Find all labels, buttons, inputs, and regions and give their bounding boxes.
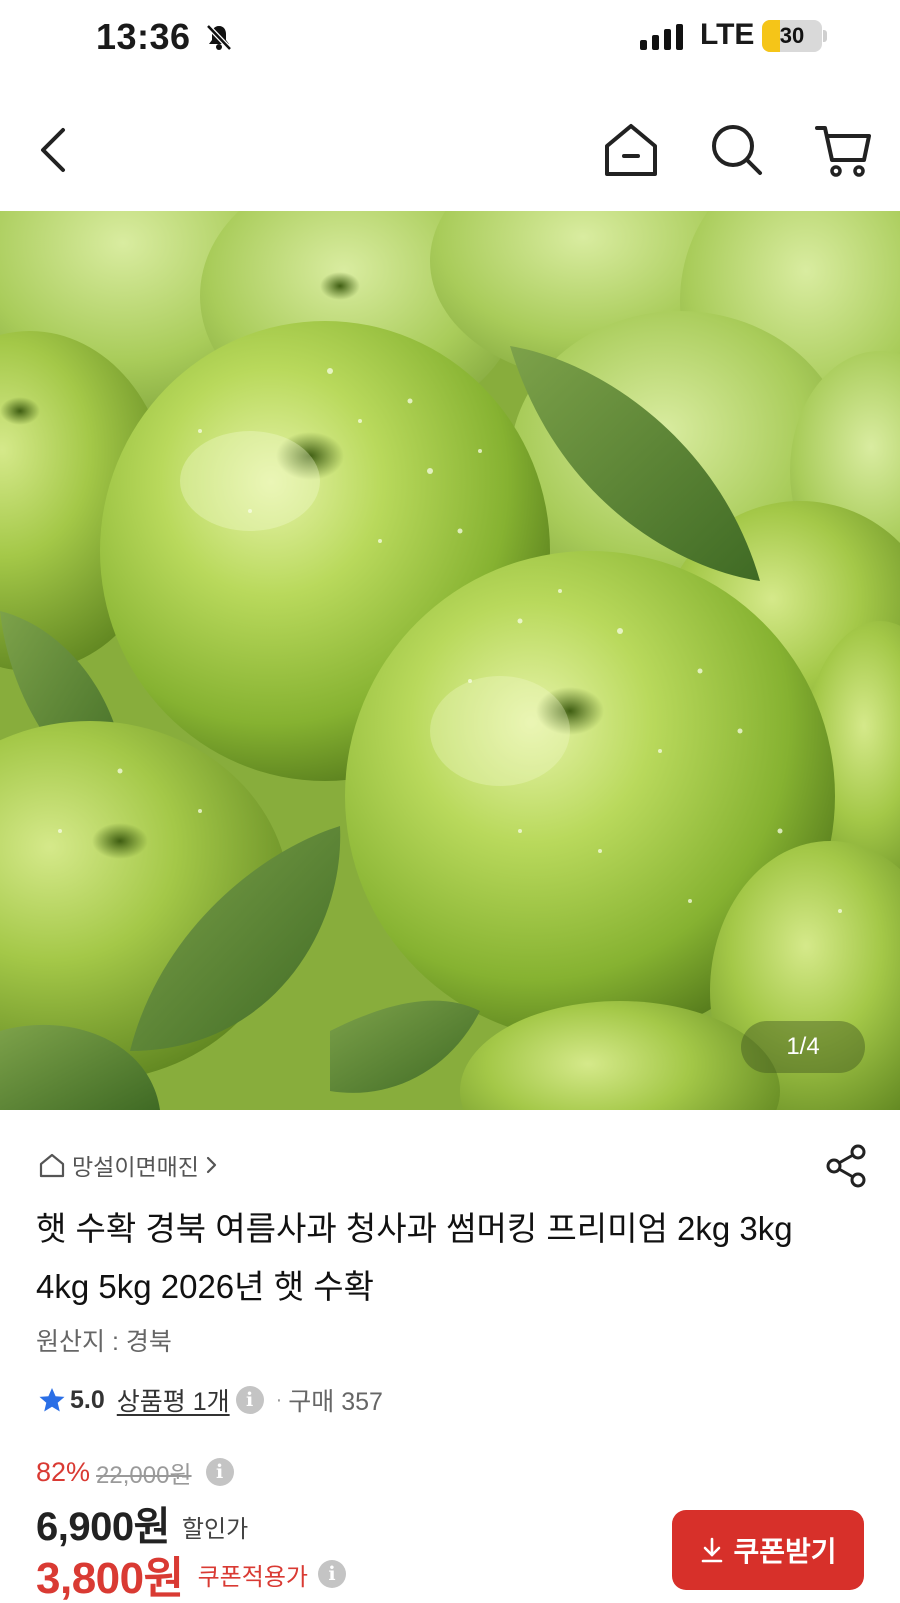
review-count-link[interactable]: 상품평 1개 xyxy=(117,1382,230,1418)
home-icon xyxy=(605,124,657,176)
network-type: LTE xyxy=(700,18,755,51)
get-coupon-button[interactable]: 쿠폰받기 xyxy=(672,1510,864,1590)
top-nav-bar xyxy=(0,110,900,206)
coupon-price: 3,800원 xyxy=(36,1554,184,1603)
product-image-gallery[interactable] xyxy=(0,211,900,1110)
coupon-price-row: 3,800원 쿠폰적용가 i xyxy=(36,1542,346,1603)
product-origin: 원산지 : 경북 xyxy=(36,1328,172,1356)
rating-value: 5.0 xyxy=(70,1385,105,1414)
discount-row: 82% 22,000원 i xyxy=(36,1454,234,1490)
battery-percent: 30 xyxy=(779,23,805,48)
original-price: 22,000원 xyxy=(96,1461,192,1489)
seller-link[interactable]: 망설이면매진 xyxy=(38,1150,219,1180)
chevron-right-icon xyxy=(206,1156,217,1174)
get-coupon-label: 쿠폰받기 xyxy=(733,1536,837,1567)
price-info-icon[interactable]: i xyxy=(205,1458,234,1486)
home-button[interactable] xyxy=(596,110,666,190)
status-bar: 13:36 LTE 30 xyxy=(0,0,900,80)
search-button[interactable] xyxy=(702,110,772,190)
battery-tip xyxy=(823,30,827,42)
product-title: 햇 수확 경북 여름사과 청사과 썸머킹 프리미엄 2kg 3kg 4kg 5k… xyxy=(36,1210,793,1305)
product-image-green-apples xyxy=(0,211,900,1110)
image-counter: 1/4 xyxy=(741,1021,865,1073)
battery-icon: 30 xyxy=(762,20,822,52)
search-icon xyxy=(712,125,762,175)
seller-name: 망설이면매진 xyxy=(72,1154,199,1180)
cart-icon xyxy=(815,126,871,177)
download-arrow-icon xyxy=(702,1537,723,1563)
purchase-count: 구매 357 xyxy=(288,1388,383,1416)
store-home-icon xyxy=(39,1153,65,1178)
sale-price-label: 할인가 xyxy=(181,1516,249,1543)
discount-rate: 82% xyxy=(36,1456,91,1487)
share-icon[interactable] xyxy=(822,1142,870,1190)
separator-dot: · xyxy=(275,1388,283,1411)
coupon-price-label: 쿠폰적용가 xyxy=(197,1563,308,1591)
cart-button[interactable] xyxy=(808,110,878,190)
coupon-info-icon[interactable]: i xyxy=(318,1560,346,1588)
chevron-left-icon xyxy=(41,128,65,172)
star-icon xyxy=(39,1388,65,1412)
bell-muted-icon xyxy=(206,24,232,51)
status-time: 13:36 xyxy=(96,16,191,57)
back-button[interactable] xyxy=(18,110,88,190)
signal-icon xyxy=(640,24,683,50)
rating-row: 5.0 상품평 1개 i · 구매 357 xyxy=(38,1382,383,1418)
review-info-icon[interactable]: i xyxy=(235,1386,264,1414)
